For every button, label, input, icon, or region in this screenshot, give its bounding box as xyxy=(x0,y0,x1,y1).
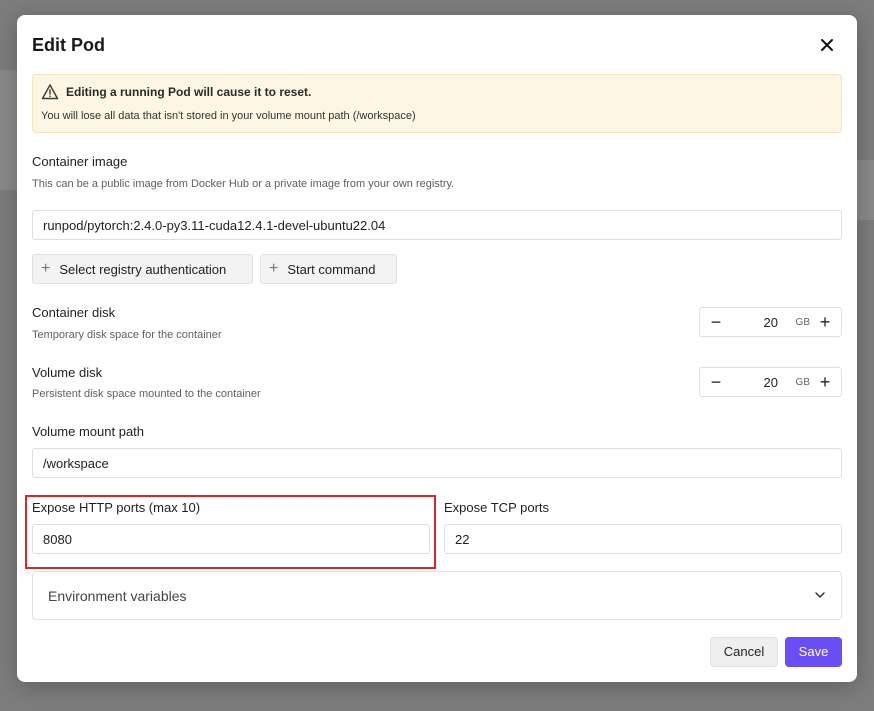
container-image-label: Container image xyxy=(32,154,128,169)
volume-disk-label: Volume disk xyxy=(32,365,103,380)
alert-title: Editing a running Pod will cause it to r… xyxy=(66,85,312,99)
container-disk-stepper: − 20 GB + xyxy=(699,307,842,337)
minus-icon[interactable]: − xyxy=(706,372,726,392)
tcp-ports-label: Expose TCP ports xyxy=(444,500,550,515)
plus-icon[interactable]: + xyxy=(815,312,835,332)
start-command-button[interactable]: + Start command xyxy=(260,254,397,284)
chevron-down-icon xyxy=(815,592,825,598)
cancel-button[interactable]: Cancel xyxy=(710,637,778,667)
container-disk-help: Temporary disk space for the container xyxy=(32,329,222,341)
container-disk-value[interactable]: 20 xyxy=(764,315,778,330)
close-icon xyxy=(821,39,833,51)
plus-icon[interactable]: + xyxy=(815,372,835,392)
volume-mount-label: Volume mount path xyxy=(32,424,145,439)
save-button[interactable]: Save xyxy=(785,637,842,667)
plus-icon: + xyxy=(41,260,51,277)
start-command-label: Start command xyxy=(287,261,376,277)
environment-variables-label: Environment variables xyxy=(48,588,187,604)
container-image-help: This can be a public image from Docker H… xyxy=(32,178,455,190)
select-registry-auth-button[interactable]: + Select registry authentication xyxy=(32,254,253,284)
volume-mount-input[interactable] xyxy=(32,448,842,478)
tcp-ports-input[interactable] xyxy=(444,524,842,554)
http-ports-input[interactable] xyxy=(32,524,430,554)
environment-variables-accordion[interactable]: Environment variables xyxy=(32,571,842,620)
warning-icon xyxy=(41,84,59,100)
close-button[interactable] xyxy=(817,35,837,55)
container-disk-unit: GB xyxy=(795,317,810,328)
volume-disk-value[interactable]: 20 xyxy=(764,375,778,390)
container-image-input[interactable] xyxy=(32,210,842,240)
plus-icon: + xyxy=(269,260,279,277)
edit-pod-dialog: Edit Pod Editing a running Pod will caus… xyxy=(17,15,857,682)
alert-text: You will lose all data that isn't stored… xyxy=(41,110,416,122)
volume-disk-stepper: − 20 GB + xyxy=(699,367,842,397)
http-ports-label: Expose HTTP ports (max 10) xyxy=(32,500,201,515)
warning-alert: Editing a running Pod will cause it to r… xyxy=(32,74,842,133)
minus-icon[interactable]: − xyxy=(706,312,726,332)
volume-disk-unit: GB xyxy=(795,377,810,388)
registry-auth-label: Select registry authentication xyxy=(59,261,227,277)
container-disk-label: Container disk xyxy=(32,305,116,320)
volume-disk-help: Persistent disk space mounted to the con… xyxy=(32,388,261,400)
dialog-title: Edit Pod xyxy=(32,35,105,55)
